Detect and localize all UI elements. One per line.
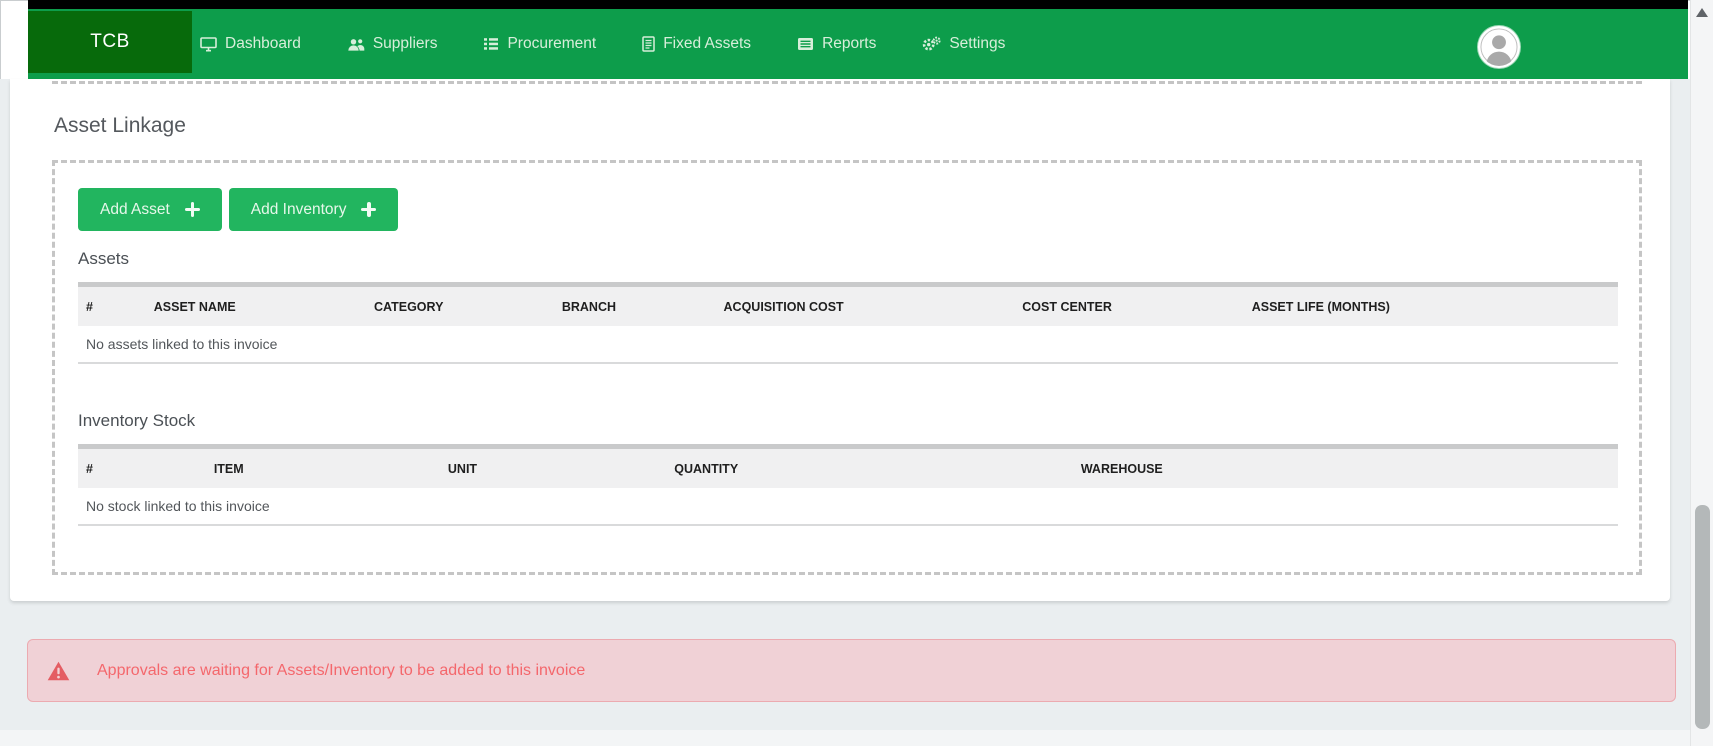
dashed-divider	[52, 81, 1642, 84]
column-header: QUANTITY	[674, 461, 739, 476]
nav-menu: Dashboard Suppliers Procurement Fixed As…	[200, 9, 1005, 79]
nav-item-label: Suppliers	[372, 35, 438, 52]
nav-item-label: Procurement	[507, 35, 597, 52]
inventory-heading: Inventory Stock	[78, 411, 196, 430]
app-window: TCB Dashboard Suppliers Procurement Fixe…	[0, 0, 1713, 746]
top-black-strip	[28, 0, 1688, 9]
inventory-table: # ITEM UNIT QUANTITY WAREHOUSE No stock …	[78, 444, 1618, 526]
scrollbar[interactable]	[1690, 0, 1713, 746]
nav-item-fixed-assets[interactable]: Fixed Assets	[642, 35, 751, 53]
column-header: UNIT	[447, 461, 478, 476]
column-header: ITEM	[213, 461, 244, 476]
warning-icon	[47, 661, 70, 681]
fixed-assets-icon	[642, 36, 655, 52]
column-header: ASSET LIFE (MONTHS)	[1251, 299, 1390, 314]
user-icon	[1480, 28, 1518, 66]
nav-item-suppliers[interactable]: Suppliers	[347, 35, 438, 53]
assets-heading: Assets	[78, 249, 130, 268]
column-header: ASSET NAME	[153, 299, 236, 314]
nav-item-reports[interactable]: Reports	[797, 35, 876, 53]
settings-icon	[922, 36, 941, 52]
column-header: CATEGORY	[373, 299, 444, 314]
column-header: COST CENTER	[1022, 299, 1112, 314]
reports-icon	[797, 37, 814, 51]
column-header: #	[86, 299, 93, 314]
asset-linkage-panel: Add Asset Add Inventory Assets # ASSET N…	[52, 160, 1642, 575]
column-header: #	[86, 461, 93, 476]
approval-warning-alert: Approvals are waiting for Assets/Invento…	[27, 639, 1676, 702]
page-bottom-strip	[0, 730, 1690, 746]
nav-item-procurement[interactable]: Procurement	[483, 35, 596, 53]
inventory-table-header: # ITEM UNIT QUANTITY WAREHOUSE	[78, 449, 1618, 488]
alert-message: Approvals are waiting for Assets/Invento…	[97, 661, 586, 679]
content-card: Asset Linkage Add Asset Add Inventory As…	[10, 79, 1670, 601]
top-navbar: TCB Dashboard Suppliers Procurement Fixe…	[28, 9, 1688, 79]
page-title: Asset Linkage	[54, 114, 186, 137]
nav-item-dashboard[interactable]: Dashboard	[200, 35, 301, 53]
nav-item-label: Reports	[822, 35, 877, 52]
suppliers-icon	[347, 37, 365, 52]
add-asset-label: Add Asset	[100, 200, 170, 218]
brand-logo[interactable]: TCB	[28, 11, 192, 73]
assets-empty-row: No assets linked to this invoice	[78, 326, 1618, 364]
add-inventory-button[interactable]: Add Inventory	[228, 188, 399, 231]
panel-toolbar: Add Asset Add Inventory	[78, 188, 1639, 231]
avatar[interactable]	[1478, 26, 1520, 68]
scroll-up-arrow[interactable]	[1696, 8, 1708, 17]
inventory-empty-row: No stock linked to this invoice	[78, 488, 1618, 526]
nav-item-label: Settings	[949, 35, 1006, 52]
column-header: ACQUISITION COST	[723, 299, 844, 314]
procurement-icon	[483, 37, 499, 51]
plus-icon	[184, 202, 200, 217]
add-inventory-label: Add Inventory	[250, 200, 347, 218]
nav-item-label: Fixed Assets	[663, 35, 752, 52]
add-asset-button[interactable]: Add Asset	[78, 188, 222, 231]
column-header: WAREHOUSE	[1080, 461, 1163, 476]
nav-item-settings[interactable]: Settings	[922, 35, 1005, 53]
plus-icon	[361, 202, 377, 217]
assets-table-header: # ASSET NAME CATEGORY BRANCH ACQUISITION…	[78, 287, 1618, 326]
dashboard-icon	[200, 36, 217, 52]
nav-item-label: Dashboard	[225, 35, 301, 52]
assets-table: # ASSET NAME CATEGORY BRANCH ACQUISITION…	[78, 282, 1618, 364]
scrollbar-thumb[interactable]	[1695, 505, 1710, 729]
column-header: BRANCH	[561, 299, 617, 314]
